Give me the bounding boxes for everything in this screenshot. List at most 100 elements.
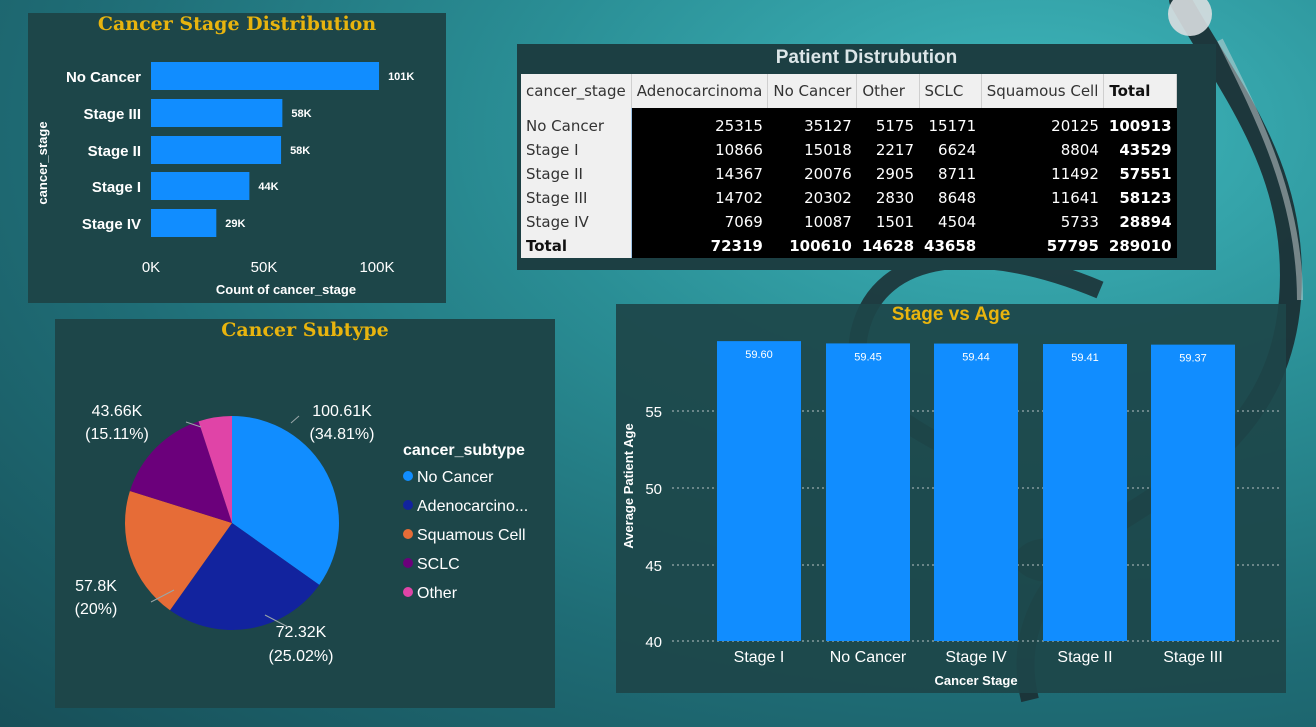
age-y-tick: 45 xyxy=(645,558,662,575)
table-cell: 20125 xyxy=(981,114,1104,138)
age-y-axis-label: Average Patient Age xyxy=(621,423,636,548)
age-category-label: Stage I xyxy=(734,649,785,666)
table-cell: 20076 xyxy=(767,162,857,186)
table-cell: 28894 xyxy=(1103,210,1177,234)
age-bar-data-label: 59.45 xyxy=(854,351,882,363)
age-category-label: Stage IV xyxy=(945,649,1007,666)
stage-x-tick: 0K xyxy=(142,259,160,276)
legend-title: cancer_subtype xyxy=(403,442,525,459)
legend-item[interactable]: Other xyxy=(403,585,457,603)
stage-x-tick: 50K xyxy=(251,259,278,276)
legend-label: No Cancer xyxy=(417,469,494,486)
table-cell: 57795 xyxy=(981,234,1104,258)
pie-label-value: 100.61K xyxy=(312,403,372,420)
table-cell: 43529 xyxy=(1103,138,1177,162)
table-cell: 2830 xyxy=(856,186,920,210)
stage-bar[interactable] xyxy=(151,62,380,90)
table-cell: 15018 xyxy=(767,138,857,162)
age-bar[interactable] xyxy=(934,343,1018,641)
table-cell: 14702 xyxy=(631,186,768,210)
table-cell: 14367 xyxy=(631,162,768,186)
table-cell: 5175 xyxy=(856,114,920,138)
stage-bar[interactable] xyxy=(151,209,217,237)
stage-category-label: Stage II xyxy=(88,143,141,160)
legend-label: Adenocarcino... xyxy=(417,498,529,515)
stage-category-label: Stage IV xyxy=(82,216,141,233)
column-header[interactable]: Adenocarcinoma xyxy=(631,74,769,108)
pie-label: 72.32K (25.02%) xyxy=(269,624,334,665)
table-row[interactable]: No Cancer 25315 35127 5175 15171 20125 100913 xyxy=(521,114,1177,138)
row-header-cell: No Cancer xyxy=(521,114,632,138)
column-header[interactable]: Squamous Cell xyxy=(981,74,1105,108)
table-cell: 289010 xyxy=(1103,234,1177,258)
table-cell: 43658 xyxy=(919,234,982,258)
table-cell: 2905 xyxy=(856,162,920,186)
stage-bar-data-label: 58K xyxy=(291,108,311,120)
pie-label-pct: (15.11%) xyxy=(85,426,149,443)
pie-label-pct: (20%) xyxy=(75,601,118,618)
stage-bar-data-label: 29K xyxy=(225,218,245,230)
table-cell: 11492 xyxy=(981,162,1104,186)
table-cell: 57551 xyxy=(1103,162,1177,186)
age-bar-data-label: 59.37 xyxy=(1179,353,1207,365)
age-bar[interactable] xyxy=(826,343,910,641)
stage-bar[interactable] xyxy=(151,99,283,127)
stage-x-tick: 100K xyxy=(359,259,394,276)
subtype-pie-chart: 100.61K (34.81%) 72.32K (25.02%) 57.8K (… xyxy=(75,403,375,665)
row-header-cell: Stage IV xyxy=(521,210,632,234)
stage-bar[interactable] xyxy=(151,172,250,200)
row-header-cell: Stage II xyxy=(521,162,632,186)
stage-category-label: Stage I xyxy=(92,179,141,196)
legend-label: SCLC xyxy=(417,556,460,573)
stage-x-axis-label: Count of cancer_stage xyxy=(216,282,356,297)
table-cell: 8804 xyxy=(981,138,1104,162)
table-row[interactable]: Stage IV 7069 10087 1501 4504 5733 28894 xyxy=(521,210,1177,234)
column-header[interactable]: Total xyxy=(1103,74,1178,108)
table-row[interactable]: Stage II 14367 20076 2905 8711 11492 57551 xyxy=(521,162,1177,186)
legend-item[interactable]: SCLC xyxy=(403,556,460,574)
table-header-row: cancer_stage Adenocarcinoma No Cancer Ot… xyxy=(521,74,1178,108)
column-header[interactable]: cancer_stage xyxy=(521,74,632,108)
table-cell: 5733 xyxy=(981,210,1104,234)
legend-item[interactable]: Adenocarcino... xyxy=(403,498,528,516)
table-cell: 100913 xyxy=(1103,114,1177,138)
legend-item[interactable]: Squamous Cell xyxy=(403,527,526,545)
legend-label: Squamous Cell xyxy=(417,527,526,544)
table-cell: 20302 xyxy=(767,186,857,210)
table-total-row[interactable]: Total 72319 100610 14628 43658 57795 289010 xyxy=(521,234,1177,258)
legend-item[interactable]: No Cancer xyxy=(403,469,493,487)
column-header[interactable]: SCLC xyxy=(919,74,982,108)
age-bar-data-label: 59.41 xyxy=(1071,352,1099,364)
table-cell: 58123 xyxy=(1103,186,1177,210)
age-x-axis-label: Cancer Stage xyxy=(934,673,1017,688)
table-body: No Cancer 25315 35127 5175 15171 20125 100913 S… xyxy=(521,108,1177,258)
table-cell: 7069 xyxy=(631,210,768,234)
stage-bar[interactable] xyxy=(151,136,282,164)
pie-leader-line xyxy=(290,415,300,424)
age-bar-data-label: 59.44 xyxy=(962,352,990,364)
stage-category-label: No Cancer xyxy=(66,69,141,86)
table-row[interactable]: Stage I 10866 15018 2217 6624 8804 43529 xyxy=(521,138,1177,162)
pie-label-pct: (25.02%) xyxy=(269,648,334,665)
age-category-label: Stage II xyxy=(1057,649,1112,666)
stage-bar-data-label: 58K xyxy=(290,145,310,157)
age-bar[interactable] xyxy=(1043,344,1127,641)
table-row[interactable]: Stage III 14702 20302 2830 8648 11641 58123 xyxy=(521,186,1177,210)
table-cell: 72319 xyxy=(631,234,768,258)
stage-vs-age-panel: Stage vs Age Average Patient Age Cancer … xyxy=(616,304,1286,693)
age-category-label: Stage III xyxy=(1163,649,1223,666)
table-cell: 14628 xyxy=(856,234,920,258)
age-bar[interactable] xyxy=(717,341,801,641)
table-cell: 6624 xyxy=(919,138,982,162)
stage-vs-age-chart: Average Patient Age Cancer Stage 55 50 4… xyxy=(621,341,1280,688)
age-bar[interactable] xyxy=(1151,344,1235,641)
legend-dot-icon xyxy=(403,471,413,481)
column-header[interactable]: Other xyxy=(856,74,920,108)
column-header[interactable]: No Cancer xyxy=(767,74,858,108)
table-cell: 100610 xyxy=(767,234,857,258)
table-cell: 11641 xyxy=(981,186,1104,210)
legend-dot-icon xyxy=(403,529,413,539)
table-cell: 4504 xyxy=(919,210,982,234)
patient-distribution-table: cancer_stage Adenocarcinoma No Cancer Ot… xyxy=(521,74,1178,258)
patient-distribution-panel: Patient Distrubution cancer_stage Adenoc… xyxy=(517,44,1216,270)
